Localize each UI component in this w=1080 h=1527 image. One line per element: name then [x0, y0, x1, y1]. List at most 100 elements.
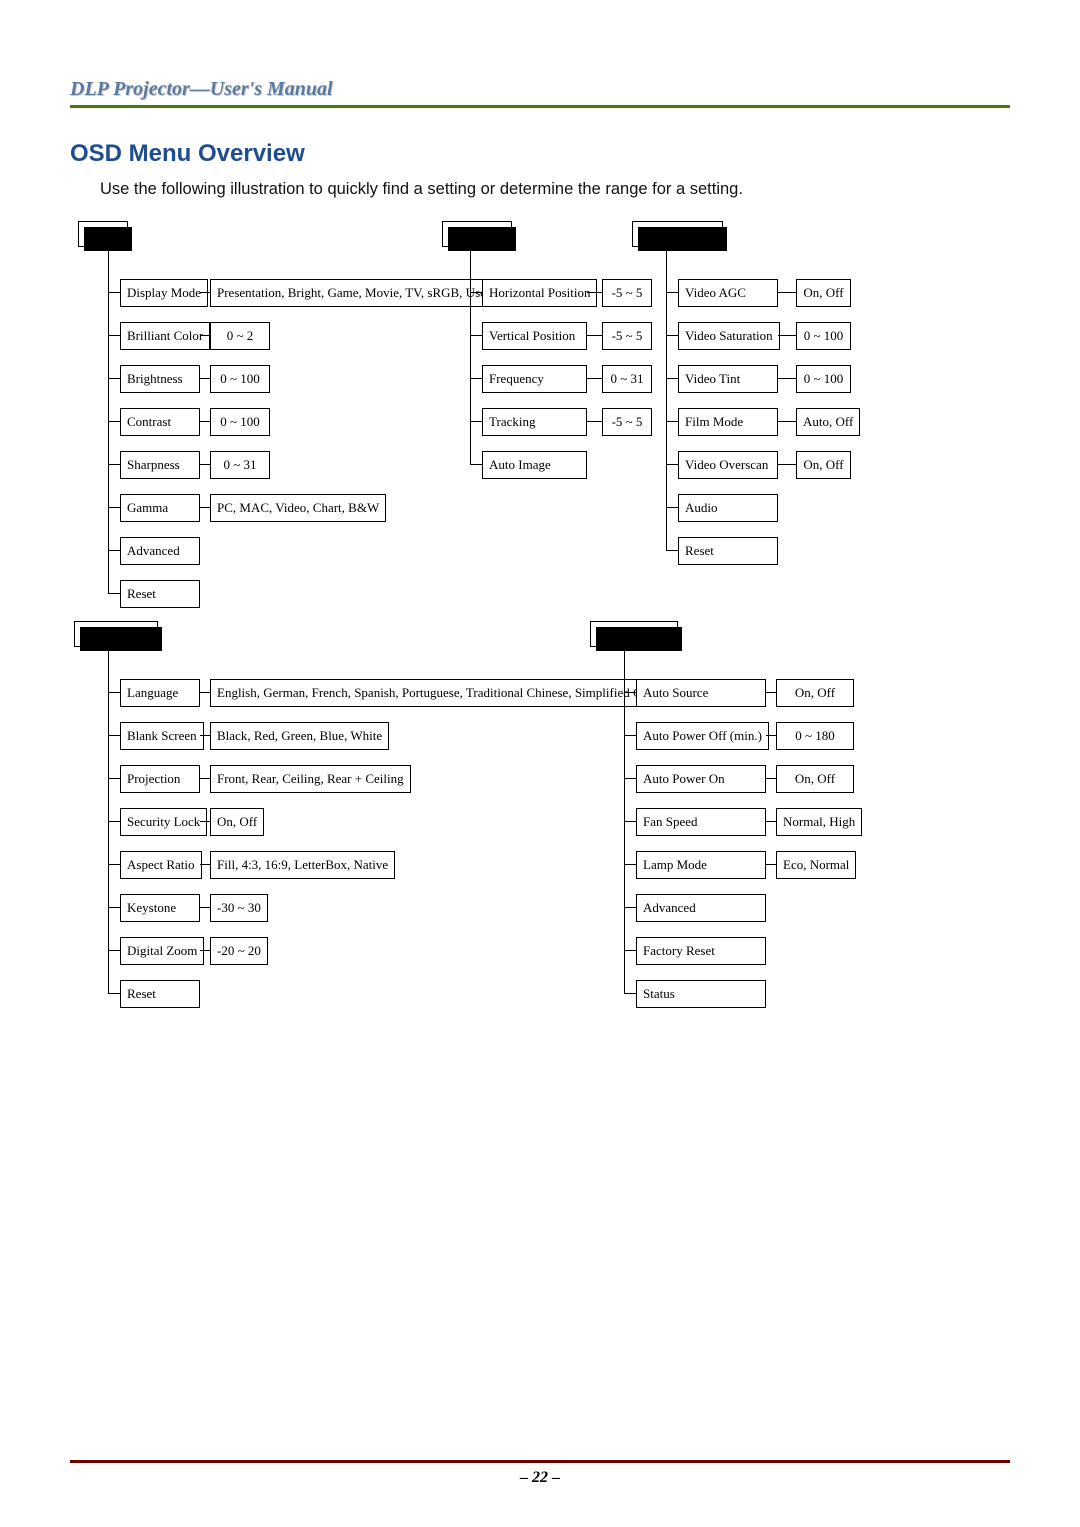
menu-item-image-4: Sharpness — [120, 451, 200, 479]
menu-item-video_audio-3: Film Mode — [678, 408, 778, 436]
connector-h — [108, 778, 120, 779]
connector-h — [200, 778, 210, 779]
connector-h — [200, 907, 210, 908]
connector-h — [666, 550, 678, 551]
menu-item-install2-4: Lamp Mode — [636, 851, 766, 879]
connector-h — [766, 864, 776, 865]
connector-h — [108, 950, 120, 951]
menu-value-video_audio-3: Auto, Off — [796, 408, 860, 436]
connector-h — [108, 735, 120, 736]
menu-value-install1-3: On, Off — [210, 808, 264, 836]
connector-h — [108, 993, 120, 994]
menu-value-video_audio-0: On, Off — [796, 279, 851, 307]
menu-item-video_audio-4: Video Overscan — [678, 451, 778, 479]
menu-item-computer-0: Horizontal Position — [482, 279, 597, 307]
menu-item-computer-2: Frequency — [482, 365, 587, 393]
connector-h — [108, 421, 120, 422]
connector-h — [624, 864, 636, 865]
menu-item-video_audio-1: Video Saturation — [678, 322, 780, 350]
menu-item-video_audio-5: Audio — [678, 494, 778, 522]
section-title: OSD Menu Overview — [70, 140, 1010, 168]
connector-h — [624, 692, 636, 693]
menu-value-install1-4: Fill, 4:3, 16:9, LetterBox, Native — [210, 851, 395, 879]
connector-h — [200, 821, 210, 822]
menu-value-computer-0: -5 ~ 5 — [602, 279, 652, 307]
menu-item-install2-7: Status — [636, 980, 766, 1008]
connector-h — [470, 292, 482, 293]
connector-h — [108, 378, 120, 379]
menu-item-install1-7: Reset — [120, 980, 200, 1008]
connector-h — [766, 692, 776, 693]
connector-h — [624, 950, 636, 951]
menu-value-install2-2: On, Off — [776, 765, 854, 793]
connector-h — [470, 335, 482, 336]
menu-item-install2-2: Auto Power On — [636, 765, 766, 793]
menu-item-image-7: Reset — [120, 580, 200, 608]
connector-h — [108, 907, 120, 908]
menu-item-install1-3: Security Lock — [120, 808, 207, 836]
connector-h — [666, 464, 678, 465]
page-number: – 22 – — [0, 1469, 1080, 1487]
menu-value-install2-0: On, Off — [776, 679, 854, 707]
menu-tab-install1: Installation I — [74, 621, 158, 647]
connector-h — [200, 378, 210, 379]
connector-h — [666, 335, 678, 336]
menu-item-install1-6: Digital Zoom — [120, 937, 204, 965]
connector-h — [778, 378, 796, 379]
connector-h — [624, 778, 636, 779]
menu-value-install1-1: Black, Red, Green, Blue, White — [210, 722, 389, 750]
connector-h — [108, 292, 120, 293]
menu-value-video_audio-2: 0 ~ 100 — [796, 365, 851, 393]
menu-item-image-2: Brightness — [120, 365, 200, 393]
connector-h — [108, 692, 120, 693]
menu-value-install1-6: -20 ~ 20 — [210, 937, 268, 965]
connector-h — [778, 464, 796, 465]
connector-h — [200, 464, 210, 465]
menu-item-computer-1: Vertical Position — [482, 322, 587, 350]
connector-h — [587, 292, 602, 293]
connector-h — [766, 735, 776, 736]
menu-value-computer-3: -5 ~ 5 — [602, 408, 652, 436]
connector-v — [666, 245, 667, 550]
menu-value-install1-0: English, German, French, Spanish, Portug… — [210, 679, 682, 707]
connector-h — [200, 335, 210, 336]
connector-h — [200, 735, 210, 736]
connector-h — [766, 778, 776, 779]
connector-h — [470, 378, 482, 379]
connector-h — [200, 507, 210, 508]
menu-tab-image: Image — [78, 221, 128, 247]
connector-h — [587, 378, 602, 379]
connector-h — [666, 507, 678, 508]
menu-item-install2-1: Auto Power Off (min.) — [636, 722, 769, 750]
menu-value-install2-4: Eco, Normal — [776, 851, 856, 879]
menu-item-video_audio-6: Reset — [678, 537, 778, 565]
menu-value-image-2: 0 ~ 100 — [210, 365, 270, 393]
menu-item-video_audio-0: Video AGC — [678, 279, 778, 307]
section-intro: Use the following illustration to quickl… — [100, 180, 1010, 199]
menu-item-computer-4: Auto Image — [482, 451, 587, 479]
menu-value-install1-5: -30 ~ 30 — [210, 894, 268, 922]
connector-h — [200, 864, 210, 865]
menu-tab-computer: Computer — [442, 221, 512, 247]
connector-h — [778, 335, 796, 336]
connector-h — [624, 821, 636, 822]
menu-value-install2-3: Normal, High — [776, 808, 862, 836]
menu-value-image-3: 0 ~ 100 — [210, 408, 270, 436]
menu-item-image-1: Brilliant Color — [120, 322, 210, 350]
connector-h — [108, 464, 120, 465]
connector-h — [624, 907, 636, 908]
menu-value-image-4: 0 ~ 31 — [210, 451, 270, 479]
connector-h — [624, 735, 636, 736]
menu-value-image-1: 0 ~ 2 — [210, 322, 270, 350]
connector-v — [624, 645, 625, 993]
menu-item-computer-3: Tracking — [482, 408, 587, 436]
connector-h — [108, 864, 120, 865]
menu-tab-video_audio: Video / Audio — [632, 221, 723, 247]
footer-rule — [70, 1460, 1010, 1463]
menu-value-video_audio-1: 0 ~ 100 — [796, 322, 851, 350]
menu-value-image-0: Presentation, Bright, Game, Movie, TV, s… — [210, 279, 497, 307]
connector-h — [200, 692, 210, 693]
connector-h — [200, 292, 210, 293]
menu-value-install2-1: 0 ~ 180 — [776, 722, 854, 750]
connector-h — [108, 335, 120, 336]
